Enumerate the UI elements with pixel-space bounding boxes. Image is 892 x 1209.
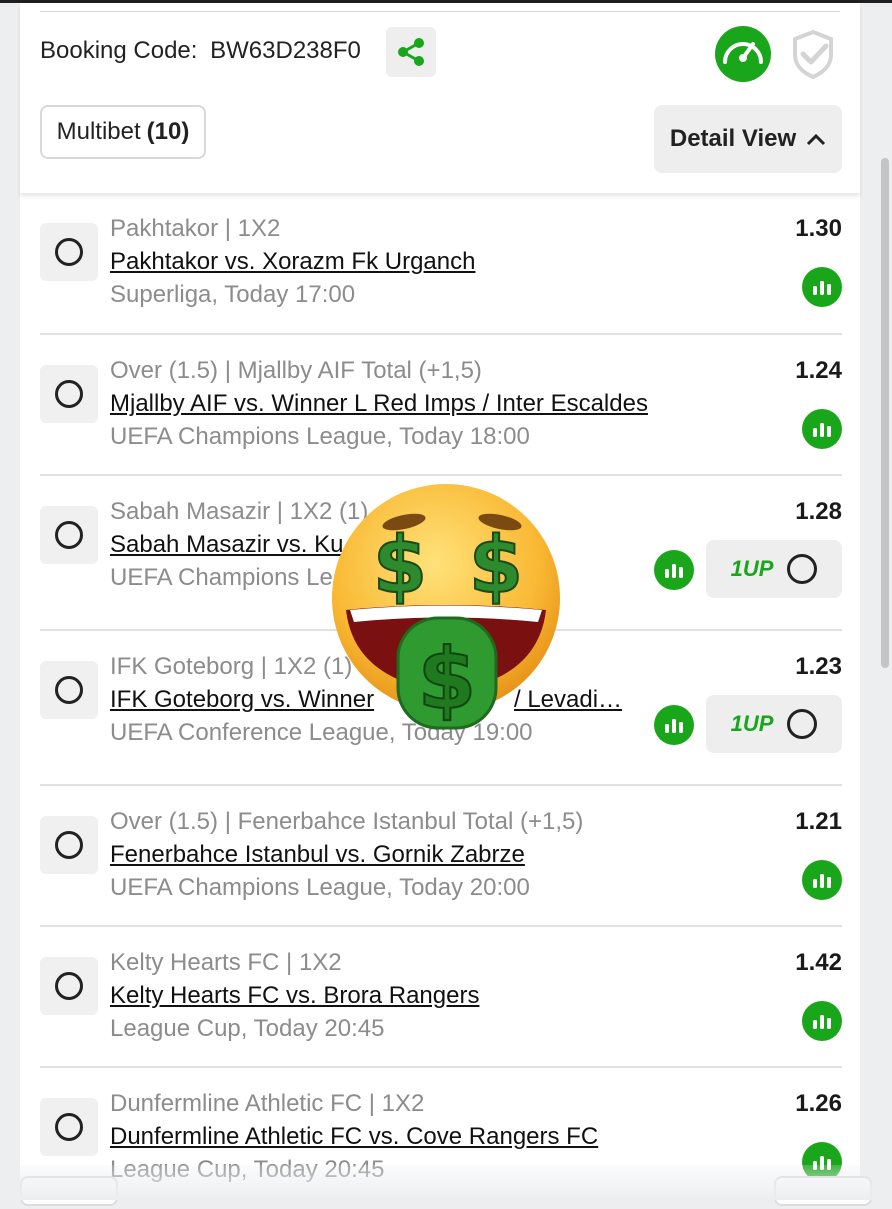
bet-row: Over (1.5) | Mjallby AIF Total (+1,5) Mj… (40, 335, 842, 476)
bet-event-info: UEFA Champions League, Today 18:00 (110, 423, 530, 450)
share-icon (398, 38, 424, 66)
bet-odds: 1.23 (795, 653, 842, 680)
bet-match-link[interactable]: Mjallby AIF vs. Winner L Red Imps / Inte… (110, 390, 648, 418)
bet-select-radio[interactable] (40, 661, 98, 719)
one-up-toggle[interactable]: 1UP (706, 695, 842, 753)
bet-select-radio[interactable] (40, 816, 98, 874)
bet-odds: 1.21 (795, 808, 842, 835)
shield-check-icon[interactable] (786, 27, 840, 81)
booking-code-value[interactable]: BW63D238F0 (210, 37, 361, 64)
bet-match-link[interactable]: Pakhtakor vs. Xorazm Fk Urganch (110, 248, 475, 276)
betslip-header: Booking Code: BW63D238F0 Multibet (10) D… (20, 3, 860, 193)
one-up-label: 1UP (730, 556, 774, 581)
multibet-tab[interactable]: Multibet (10) (40, 105, 206, 159)
stats-icon[interactable] (802, 267, 842, 307)
chevron-up-icon (807, 133, 826, 146)
bet-event-info: League Cup, Today 20:45 (110, 1015, 385, 1042)
bet-row: Pakhtakor | 1X2 Pakhtakor vs. Xorazm Fk … (40, 193, 842, 335)
detail-view-label: Detail View (669, 125, 797, 152)
bet-match-link[interactable]: Kelty Hearts FC vs. Brora Rangers (110, 982, 479, 1010)
bet-odds: 1.30 (795, 215, 842, 242)
bet-match-link[interactable]: Sabah Masazir vs. Ku (110, 531, 343, 559)
money-mouth-emoji-icon: $ $ $ (332, 484, 560, 730)
one-up-radio[interactable] (787, 554, 818, 584)
bet-market: Over (1.5) | Fenerbahce Istanbul Total (… (110, 808, 584, 835)
svg-text:$: $ (469, 521, 523, 611)
booking-code-label: Booking Code: (40, 37, 198, 64)
bet-select-radio[interactable] (40, 1098, 98, 1156)
one-up-label: 1UP (730, 711, 774, 736)
stats-icon[interactable] (654, 705, 694, 745)
bet-market: Pakhtakor | 1X2 (110, 215, 281, 242)
bet-match-link[interactable]: Fenerbahce Istanbul vs. Gornik Zabrze (110, 841, 525, 869)
one-up-radio[interactable] (787, 709, 818, 739)
bet-event-info: Superliga, Today 17:00 (110, 281, 356, 308)
multibet-count: (10) (146, 118, 190, 145)
bet-select-radio[interactable] (40, 223, 98, 281)
bet-select-radio[interactable] (40, 365, 98, 423)
bet-row: Over (1.5) | Fenerbahce Istanbul Total (… (40, 786, 842, 927)
bet-market: IFK Goteborg | 1X2 (1) (110, 653, 353, 680)
svg-text:$: $ (373, 521, 427, 611)
bottom-fade (0, 1165, 892, 1200)
bet-market: Over (1.5) | Mjallby AIF Total (+1,5) (110, 357, 482, 384)
share-button[interactable] (386, 27, 436, 77)
bet-odds: 1.24 (795, 357, 842, 384)
bet-row: Kelty Hearts FC | 1X2 Kelty Hearts FC vs… (40, 927, 842, 1068)
stats-icon[interactable] (802, 1001, 842, 1041)
bet-odds: 1.26 (795, 1090, 842, 1117)
bet-select-radio[interactable] (40, 957, 98, 1015)
bet-event-info: UEFA Champions Le (110, 564, 333, 591)
bet-market: Dunfermline Athletic FC | 1X2 (110, 1090, 425, 1117)
stats-icon[interactable] (802, 409, 842, 449)
multibet-label: Multibet (56, 118, 141, 145)
svg-text:$: $ (418, 630, 476, 728)
bet-event-info: UEFA Champions League, Today 20:00 (110, 874, 530, 901)
bet-market: Kelty Hearts FC | 1X2 (110, 949, 342, 976)
bet-odds: 1.28 (795, 498, 842, 525)
stats-icon[interactable] (654, 550, 694, 590)
bet-match-link[interactable]: Dunfermline Athletic FC vs. Cove Rangers… (110, 1123, 598, 1151)
divider (40, 11, 840, 12)
one-up-toggle[interactable]: 1UP (706, 540, 842, 598)
scrollbar[interactable] (881, 158, 889, 668)
speedometer-icon[interactable] (714, 25, 772, 83)
booking-code: Booking Code: BW63D238F0 (40, 37, 361, 65)
bet-odds: 1.42 (795, 949, 842, 976)
stats-icon[interactable] (802, 860, 842, 900)
detail-view-toggle[interactable]: Detail View (654, 105, 842, 173)
bet-select-radio[interactable] (40, 506, 98, 564)
